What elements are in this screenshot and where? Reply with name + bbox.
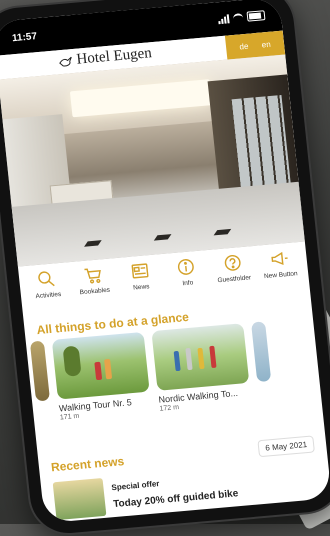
brand-name: Hotel Eugen	[76, 45, 153, 68]
activity-image	[52, 332, 150, 400]
megaphone-icon	[269, 249, 289, 268]
activity-card-partial[interactable]	[30, 341, 53, 424]
nav-label: Info	[182, 279, 194, 287]
activity-image	[151, 323, 249, 391]
nav-guestfolder[interactable]: Guestfolder	[209, 252, 258, 285]
help-icon	[223, 253, 243, 272]
activity-card[interactable]: Walking Tour Nr. 5 171 m	[52, 332, 152, 422]
lang-de[interactable]: de	[239, 41, 249, 51]
cart-icon	[83, 265, 103, 284]
newspaper-icon	[130, 261, 150, 280]
nav-news[interactable]: News	[116, 260, 165, 293]
news-kicker: Special offer	[111, 479, 160, 492]
hero-lobby-image	[0, 55, 305, 267]
nav-bookables[interactable]: Bookables	[69, 264, 118, 297]
app-screen: 11:57 Hotel Eugen de en	[0, 0, 330, 523]
status-time: 11:57	[11, 31, 37, 44]
nav-label: News	[133, 283, 150, 291]
news-date: 6 May 2021	[258, 435, 315, 457]
lang-en[interactable]: en	[261, 39, 271, 49]
nav-label: Activities	[35, 291, 61, 300]
dove-logo-icon	[58, 55, 73, 68]
nav-label: Bookables	[79, 287, 110, 297]
news-headline: Today 20% off guided bike	[113, 488, 239, 510]
nav-label: New Button	[264, 270, 298, 280]
news-section-title: Recent news	[50, 454, 125, 474]
status-icons	[218, 10, 266, 24]
search-icon	[37, 269, 57, 288]
activity-card-partial[interactable]	[251, 321, 274, 404]
battery-icon	[247, 10, 266, 22]
news-thumbnail	[53, 478, 107, 520]
nav-label: Guestfolder	[217, 274, 251, 284]
activity-card[interactable]: Nordic Walking To... 172 m	[151, 323, 251, 413]
wifi-icon	[233, 13, 244, 23]
signal-icon	[218, 14, 230, 24]
info-icon	[176, 257, 196, 276]
nav-new-button[interactable]: New Button	[255, 248, 304, 281]
nav-info[interactable]: Info	[162, 256, 211, 289]
phone-mockup: 11:57 Hotel Eugen de en	[0, 0, 330, 536]
nav-activities[interactable]: Activities	[23, 268, 72, 301]
